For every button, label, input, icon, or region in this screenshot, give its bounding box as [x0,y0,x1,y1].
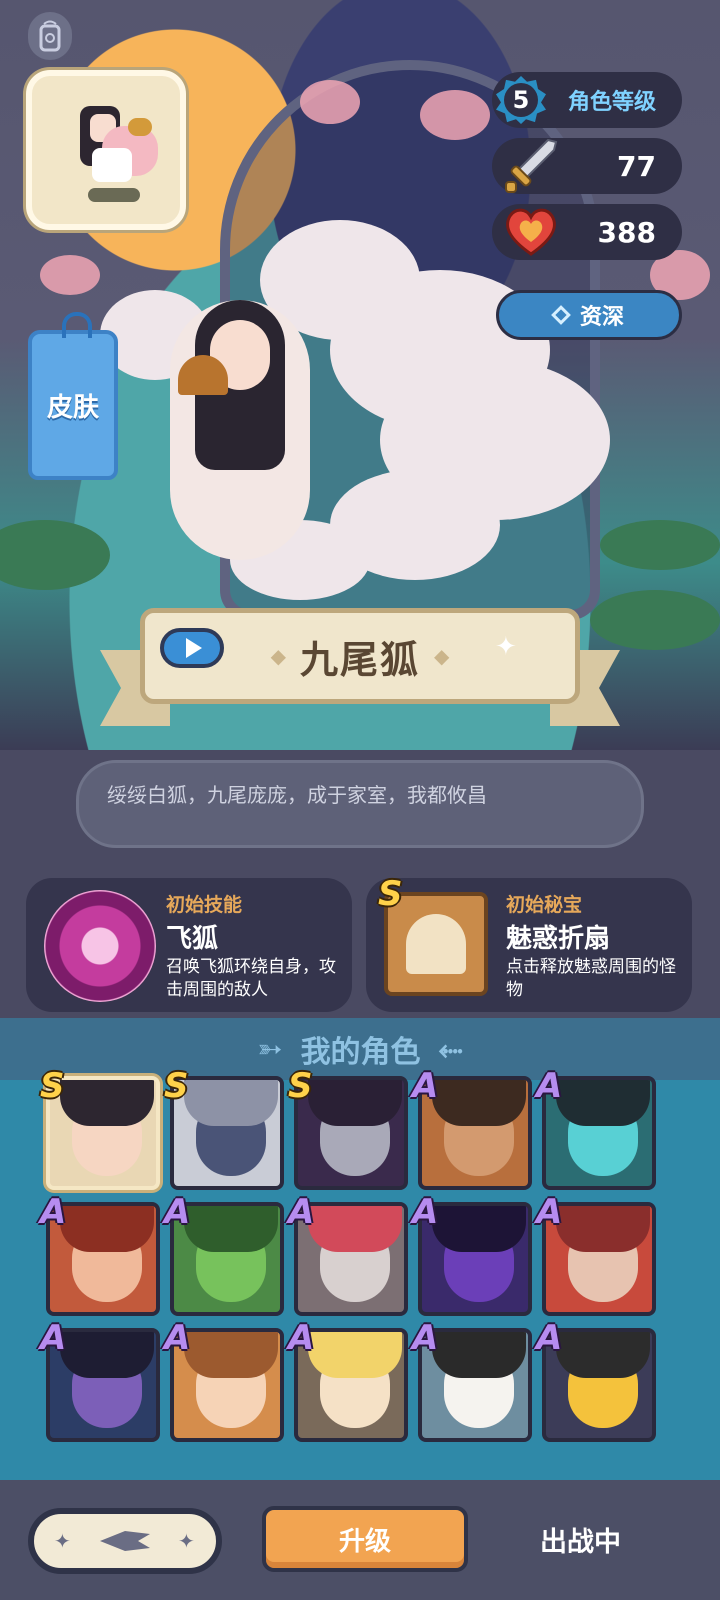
play-voice-button[interactable] [160,628,224,668]
roster-header: ➳ 我的角色 ⬸ [0,1018,720,1080]
character-hair [432,1080,526,1126]
deploy-status: 出战中 [540,1527,621,1558]
ornament-left-icon: ➳ [257,1031,283,1067]
rank-label: 资深 [579,305,624,330]
level-value: 5 [504,83,538,117]
character-hair [60,1206,154,1252]
character-hair [60,1332,154,1378]
character-hair [184,1080,278,1126]
character-grade: A [164,1192,191,1232]
character-grade: S [288,1066,313,1106]
character-hair [556,1206,650,1252]
lily-pad [0,520,110,590]
character-hair [60,1080,154,1126]
back-button[interactable]: ✦ ✦ [28,1508,222,1574]
character-hair [184,1332,278,1378]
blossom [300,80,360,124]
rank-button[interactable]: 资深 [496,290,682,340]
lily-pad [590,590,720,650]
character-grade: A [288,1192,315,1232]
attack-stat: 77 [492,138,682,194]
skill-card[interactable]: 初始技能 飞狐 召唤飞狐环绕自身，攻击周围的敌人 [26,878,352,1012]
skin-label: 皮肤 [46,392,99,423]
character-name: 九尾狐 [299,637,420,682]
treasure-desc: 点击释放魅惑周围的怪物 [506,957,676,1000]
phone-link-icon[interactable] [28,12,72,60]
character-grade: A [412,1066,439,1106]
character-hair [308,1206,402,1252]
character-grade: S [164,1066,189,1106]
level-chip: 5 角色等级 [492,72,682,128]
treasure-card[interactable]: S 初始秘宝 魅惑折扇 点击释放魅惑周围的怪物 [366,874,692,1012]
character-hair [432,1206,526,1252]
skill-title: 飞狐 [166,924,219,954]
svg-text:✦: ✦ [178,1529,195,1553]
character-grade: A [288,1318,315,1358]
description-text: 绥绥白狐，九尾庞庞，成于家室，我都攸昌 [107,783,487,807]
upgrade-button[interactable]: 升级 [262,1506,468,1572]
character-grade: A [412,1318,439,1358]
character-hair [308,1332,402,1378]
skin-button[interactable]: 皮肤 [28,312,118,480]
phone-glyph [39,20,61,52]
character-hair [556,1080,650,1126]
character-grade: A [164,1318,191,1358]
treasure-title: 魅惑折扇 [506,924,611,954]
arrow-back-icon: ✦ ✦ [54,1529,195,1553]
character-grade: A [40,1192,67,1232]
sparkle-icon: ✦ [495,632,517,662]
diamond-icon [551,305,571,325]
treasure-kind: 初始秘宝 [506,894,583,916]
ornament-right-icon: ⬸ [438,1031,463,1067]
pixel-sprite [62,96,162,206]
blossom [420,90,490,140]
character-hair [432,1332,526,1378]
attack-value: 77 [617,149,656,183]
treasure-grade: S [378,874,403,914]
character-hair [556,1332,650,1378]
skill-kind: 初始技能 [166,894,243,916]
character-description: 绥绥白狐，九尾庞庞，成于家室，我都攸昌 [76,760,644,848]
character-grade: A [536,1318,563,1358]
character-portrait[interactable] [26,70,186,230]
ribbon-ornament-icon: ◆ [270,644,286,668]
character-grade: A [40,1318,67,1358]
upgrade-label: 升级 [338,1526,391,1557]
lily-pad [600,520,720,570]
heart-icon [506,208,556,256]
character-grade: A [536,1192,563,1232]
character-grade: A [412,1192,439,1232]
level-badge: 5 [496,76,546,124]
level-label: 角色等级 [567,90,656,115]
fox-skill-icon [44,890,156,1002]
health-stat: 388 [492,204,682,260]
roster-title: 我的角色 [300,1035,421,1070]
character-grade: A [536,1066,563,1106]
character-hair [184,1206,278,1252]
character-grade: S [40,1066,65,1106]
health-value: 388 [597,215,656,249]
ribbon-ornament-icon: ◆ [434,644,450,668]
character-hair [308,1080,402,1126]
sword-icon [505,138,558,193]
blossom [40,255,100,295]
svg-text:✦: ✦ [54,1529,71,1553]
skill-desc: 召唤飞狐环绕自身，攻击周围的敌人 [166,957,336,1000]
